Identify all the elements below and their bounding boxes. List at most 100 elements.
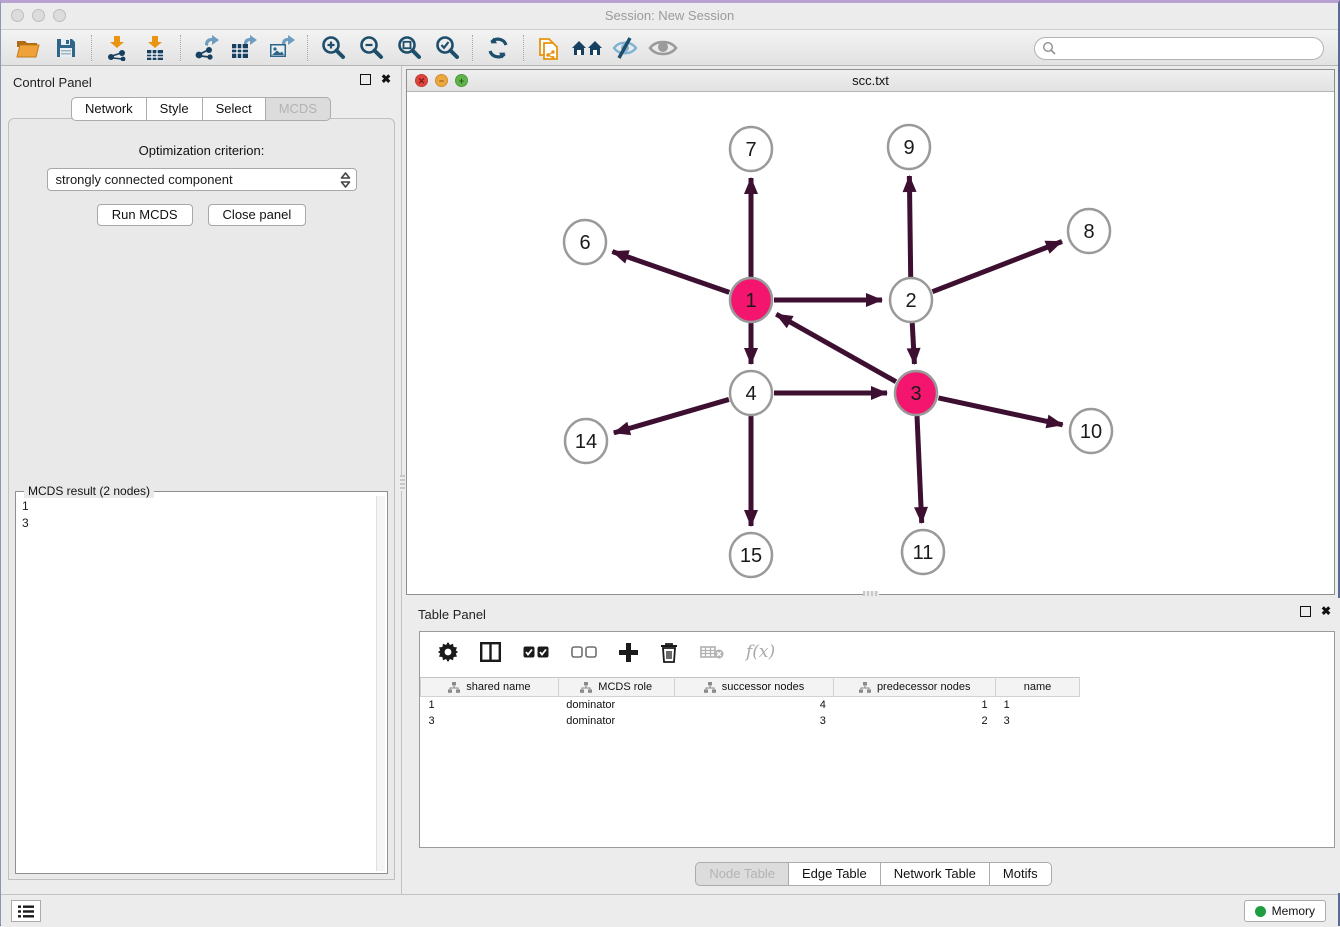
add-column-icon[interactable]: [619, 643, 638, 662]
graph-node-11[interactable]: 11: [902, 530, 944, 574]
search-input[interactable]: [1034, 37, 1324, 60]
graph-node-15[interactable]: 15: [730, 533, 772, 577]
column-header-predecessor-nodes[interactable]: predecessor nodes: [834, 678, 996, 697]
float-panel-icon[interactable]: [360, 74, 371, 85]
export-image-button[interactable]: [263, 33, 301, 63]
main-toolbar: [1, 29, 1338, 66]
zoom-selected-button[interactable]: [428, 33, 466, 63]
table-cell[interactable]: 4: [674, 697, 834, 713]
table-settings-gear-icon[interactable]: [438, 642, 458, 662]
table-cell[interactable]: 3: [421, 713, 559, 729]
graph-node-14[interactable]: 14: [565, 419, 607, 463]
toggle-column-display-icon[interactable]: [480, 642, 501, 662]
deselect-all-rows-icon[interactable]: [571, 646, 597, 659]
eye-slash-button[interactable]: [606, 33, 644, 63]
table-cell[interactable]: 1: [421, 697, 559, 713]
graph-edge-3-1[interactable]: [776, 314, 896, 381]
tab-network-table[interactable]: Network Table: [880, 862, 989, 886]
graph-node-4[interactable]: 4: [730, 371, 772, 415]
select-all-rows-icon[interactable]: [523, 646, 549, 659]
table-row[interactable]: 1dominator411: [421, 697, 1080, 713]
graph-node-8[interactable]: 8: [1068, 209, 1110, 253]
column-header-successor-nodes[interactable]: successor nodes: [674, 678, 834, 697]
graph-edge-3-10[interactable]: [938, 398, 1062, 425]
open-session-button[interactable]: [9, 33, 47, 63]
graph-node-10[interactable]: 10: [1070, 409, 1112, 453]
documents-share-button[interactable]: [530, 33, 568, 63]
close-panel-icon[interactable]: ✖: [1321, 606, 1331, 617]
mcds-result-text[interactable]: 1 3: [18, 498, 375, 871]
task-history-button[interactable]: [11, 900, 41, 922]
graph-node-9[interactable]: 9: [888, 125, 930, 169]
tab-motifs[interactable]: Motifs: [989, 862, 1052, 886]
table-cell[interactable]: 3: [674, 713, 834, 729]
zoom-fit-button[interactable]: [390, 33, 428, 63]
graph-edge-2-8[interactable]: [932, 241, 1062, 291]
open-folder-icon: [15, 37, 41, 59]
graph-edge-4-14[interactable]: [614, 399, 729, 432]
network-canvas[interactable]: 7 9 6 8 1 2 4 3 14 10 15 11: [407, 92, 1334, 593]
refresh-button[interactable]: [479, 33, 517, 63]
delete-column-icon[interactable]: [660, 642, 678, 663]
table-cell[interactable]: 3: [996, 713, 1080, 729]
status-bar: Memory: [1, 894, 1338, 927]
result-scrollbar[interactable]: [376, 496, 385, 871]
save-session-button[interactable]: [47, 33, 85, 63]
graph-node-1[interactable]: 1: [730, 278, 772, 322]
table-cell[interactable]: 1: [834, 697, 996, 713]
graph-edge-1-6[interactable]: [612, 252, 729, 293]
table-cell[interactable]: dominator: [558, 697, 674, 713]
graph-node-2[interactable]: 2: [890, 278, 932, 322]
toolbar-separator: [523, 35, 524, 61]
tab-node-table[interactable]: Node Table: [695, 862, 788, 886]
vertical-splitter-grip[interactable]: [400, 475, 405, 491]
horizontal-splitter-grip[interactable]: [863, 591, 879, 596]
save-floppy-icon: [55, 37, 77, 59]
toolbar-separator: [307, 35, 308, 61]
function-builder-icon[interactable]: f(x): [746, 642, 775, 662]
control-panel-title: Control Panel: [13, 75, 92, 90]
tab-select[interactable]: Select: [202, 97, 265, 121]
table-row[interactable]: 3dominator323: [421, 713, 1080, 729]
dropdown-spinner-icon: [340, 172, 351, 188]
eye-button[interactable]: [644, 33, 682, 63]
column-header-shared-name[interactable]: shared name: [421, 678, 559, 697]
delete-table-icon[interactable]: [700, 644, 724, 660]
tab-mcds[interactable]: MCDS: [265, 97, 331, 121]
graph-node-7[interactable]: 7: [730, 127, 772, 171]
zoom-out-button[interactable]: [352, 33, 390, 63]
zoom-in-button[interactable]: [314, 33, 352, 63]
float-panel-icon[interactable]: [1300, 606, 1311, 617]
houses-button[interactable]: [568, 33, 606, 63]
import-table-button[interactable]: [136, 33, 174, 63]
close-panel-button[interactable]: Close panel: [208, 204, 307, 226]
close-panel-icon[interactable]: ✖: [381, 74, 391, 85]
toolbar-separator: [472, 35, 473, 61]
graph-edge-3-11[interactable]: [917, 416, 922, 523]
tab-network[interactable]: Network: [71, 97, 146, 121]
table-cell[interactable]: 1: [996, 697, 1080, 713]
memory-button[interactable]: Memory: [1244, 900, 1326, 922]
graph-edge-2-9[interactable]: [909, 176, 910, 277]
table-cell[interactable]: dominator: [558, 713, 674, 729]
export-table-button[interactable]: [225, 33, 263, 63]
table-panel: Table Panel ✖: [406, 598, 1340, 893]
graph-node-3[interactable]: 3: [895, 371, 937, 415]
column-header-name[interactable]: name: [996, 678, 1080, 697]
svg-text:9: 9: [903, 137, 914, 159]
network-graph: 7 9 6 8 1 2 4 3 14 10 15 11: [407, 92, 1334, 593]
export-network-button[interactable]: [187, 33, 225, 63]
graph-edge-2-3[interactable]: [912, 323, 914, 364]
run-mcds-button[interactable]: Run MCDS: [97, 204, 193, 226]
svg-text:7: 7: [745, 139, 756, 161]
tab-edge-table[interactable]: Edge Table: [788, 862, 880, 886]
import-network-button[interactable]: [98, 33, 136, 63]
zoom-out-icon: [358, 35, 384, 61]
optimization-criterion-dropdown[interactable]: strongly connected component: [47, 168, 357, 191]
network-window-titlebar[interactable]: ✕ − + scc.txt: [407, 70, 1334, 92]
graph-node-6[interactable]: 6: [564, 220, 606, 264]
table-panel-title: Table Panel: [418, 607, 486, 622]
tab-style[interactable]: Style: [146, 97, 202, 121]
column-header-mcds-role[interactable]: MCDS role: [558, 678, 674, 697]
table-cell[interactable]: 2: [834, 713, 996, 729]
